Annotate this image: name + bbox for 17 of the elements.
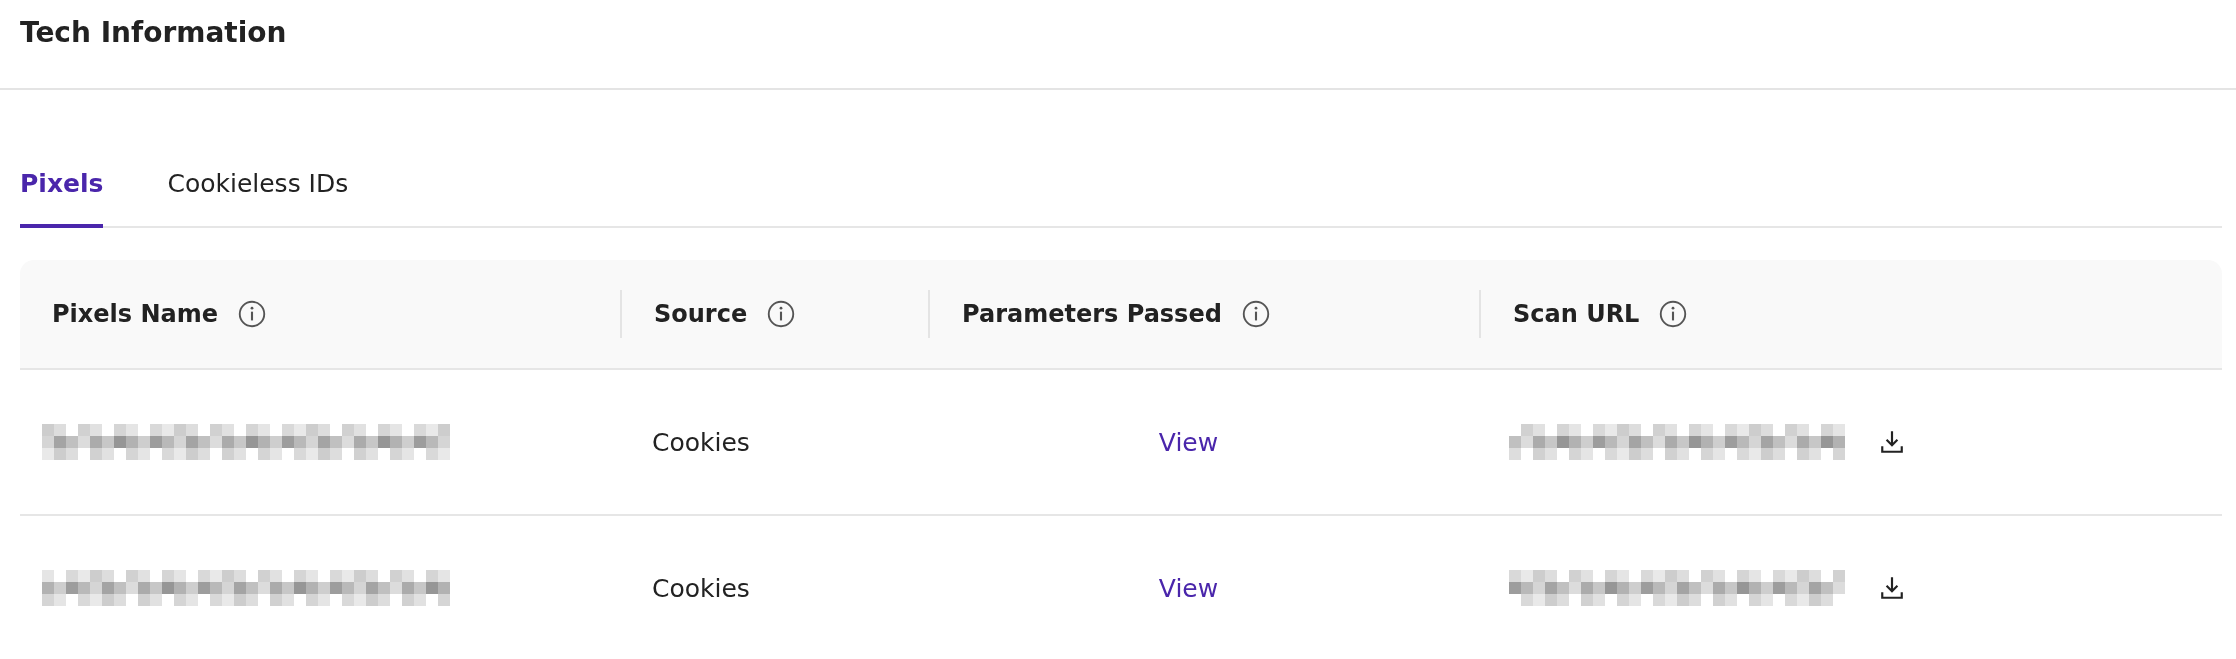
tab[interactable]: Pixels: [20, 169, 104, 228]
download-icon[interactable]: [1879, 429, 1905, 455]
column-header: Parameters Passed: [962, 300, 1222, 328]
column-header: Pixels Name: [52, 300, 218, 328]
info-icon[interactable]: [767, 300, 796, 328]
column-header: Source: [654, 300, 748, 328]
view-link[interactable]: View: [1158, 427, 1219, 457]
info-icon[interactable]: [238, 300, 266, 328]
info-icon[interactable]: [1659, 300, 1688, 328]
column-header: Scan URL: [1513, 300, 1640, 328]
download-icon[interactable]: [1879, 575, 1905, 601]
view-link[interactable]: View: [1158, 573, 1219, 603]
page-title: Tech Information: [20, 15, 287, 49]
table-cell: Cookies: [652, 573, 750, 603]
table-cell: Cookies: [652, 427, 750, 457]
info-icon[interactable]: [1241, 300, 1270, 328]
tab[interactable]: Cookieless IDs: [167, 169, 349, 228]
